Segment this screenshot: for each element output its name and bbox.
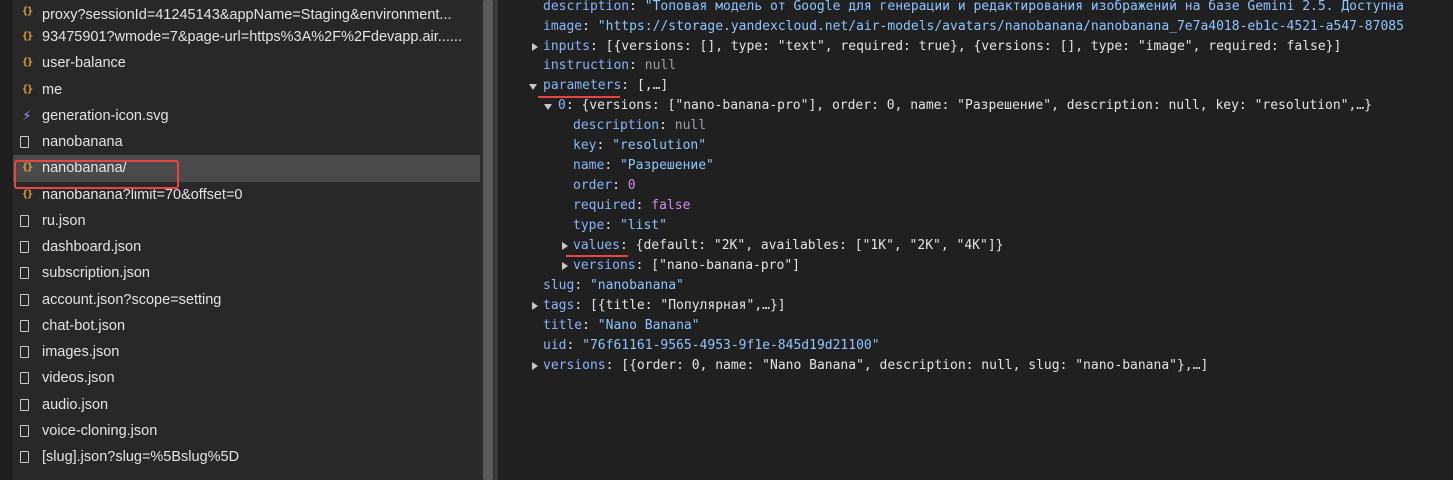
prop-tags[interactable]: tags: [{title: "Популярная",…}] [543,296,786,316]
xhr-icon: {} [21,188,33,200]
request-row[interactable]: [slug].json?slug=%5Bslug%5D [13,444,480,470]
xhr-icon: {} [21,162,33,174]
prop-param-type: type: "list" [573,218,667,233]
document-icon [20,424,29,437]
request-name: user-balance [42,55,126,72]
prop-instruction: instruction: null [543,58,677,73]
prop-versions[interactable]: versions: [{order: 0, name: "Nano Banana… [543,356,1208,376]
request-row[interactable]: audio.json [13,392,480,418]
prop-param-required: required: false [573,198,691,213]
expand-versions-root-icon[interactable] [532,362,538,370]
request-name: nanobanana [42,134,123,150]
prop-param-order: order: 0 [573,178,636,193]
request-row[interactable]: chat-bot.json [13,313,480,339]
request-name: subscription.json [42,265,150,282]
request-name: me [42,81,63,98]
xhr-icon: {} [21,31,33,43]
expand-versions-icon[interactable] [562,262,568,270]
request-name: 93475901?wmode=7&page-url=https%3A%2F%2F… [42,29,462,45]
prop-parameters[interactable]: parameters: [,…] [543,76,668,96]
document-icon [20,319,29,332]
request-row[interactable]: {} nanobanana/ [13,155,480,182]
document-icon [20,398,29,411]
panel-edge [0,0,13,480]
prop-uid: uid: "76f61161-9565-4953-9f1e-845d19d211… [543,338,880,353]
expand-tags-icon[interactable] [532,302,538,310]
request-name: ru.json [42,212,86,229]
document-icon [20,346,29,359]
document-icon [20,293,29,306]
request-name: [slug].json?slug=%5Bslug%5D [42,449,240,465]
request-row[interactable]: subscription.json [13,260,480,286]
prop-image: image: "https://storage.yandexcloud.net/… [543,19,1404,34]
request-row[interactable]: {} nanobanana?limit=70&offset=0 [13,182,480,208]
document-icon [20,136,29,149]
request-row[interactable]: ⚡ generation-icon.svg [13,103,480,129]
prop-title: title: "Nano Banana" [543,318,700,333]
prop-param-values[interactable]: values: {default: "2K", availables: ["1K… [573,236,1003,256]
prop-param-key: key: "resolution" [573,138,707,153]
prop-slug: slug: "nanobanana" [543,278,684,293]
request-row[interactable]: {} me [13,77,480,103]
request-name: nanobanana?limit=70&offset=0 [42,186,243,203]
xhr-icon: {} [21,57,33,69]
request-name: audio.json [42,396,109,413]
request-name: videos.json [42,370,115,387]
request-row[interactable]: {} user-balance [13,50,480,76]
collapse-parameters-icon[interactable] [529,84,537,90]
prop-inputs[interactable]: inputs: [{versions: [], type: "text", re… [543,37,1341,57]
request-row[interactable]: account.json?scope=setting [13,287,480,313]
request-row[interactable]: voice-cloning.json [13,418,480,444]
document-icon [20,451,29,464]
request-row[interactable]: images.json [13,339,480,365]
prop-param-0[interactable]: 0: {versions: ["nano-banana-pro"], order… [558,96,1372,116]
request-name: proxy?sessionId=41245143&appName=Staging… [42,7,452,23]
request-row[interactable]: nanobanana [13,129,480,155]
document-icon [20,214,29,227]
collapse-item-0-icon[interactable] [544,104,552,110]
scrollbar-thumb[interactable] [483,0,493,480]
xhr-icon: {} [21,83,33,95]
request-row[interactable]: {} proxy?sessionId=41245143&appName=Stagi… [13,0,480,24]
request-row[interactable]: {} 93475901?wmode=7&page-url=https%3A%2F%… [13,24,480,50]
expand-values-icon[interactable] [562,242,568,250]
request-name: dashboard.json [42,239,142,255]
network-request-panel: {} proxy?sessionId=41245143&appName=Stagi… [0,0,480,480]
request-row[interactable]: ru.json [13,208,480,234]
svg-icon: ⚡ [22,107,32,123]
request-name: chat-bot.json [42,317,126,334]
prop-param-name: name: "Разрешение" [573,158,714,173]
prop-param-description: description: null [573,118,707,133]
document-icon [20,241,29,254]
request-name: nanobanana/ [42,160,127,177]
request-list: {} proxy?sessionId=41245143&appName=Stagi… [13,0,480,470]
request-row[interactable]: dashboard.json [13,234,480,260]
request-row[interactable]: videos.json [13,365,480,391]
request-name: voice-cloning.json [42,422,158,439]
expand-inputs-icon[interactable] [532,43,538,51]
xhr-icon: {} [21,6,33,17]
response-preview-panel: description: "Топовая модель от Google д… [498,0,1453,480]
request-name: generation-icon.svg [42,107,169,124]
document-icon [20,267,29,280]
document-icon [20,372,29,385]
prop-param-versions[interactable]: versions: ["nano-banana-pro"] [573,256,800,276]
prop-description: description: "Топовая модель от Google д… [543,0,1404,14]
request-name: account.json?scope=setting [42,291,222,308]
request-name: images.json [42,344,120,360]
